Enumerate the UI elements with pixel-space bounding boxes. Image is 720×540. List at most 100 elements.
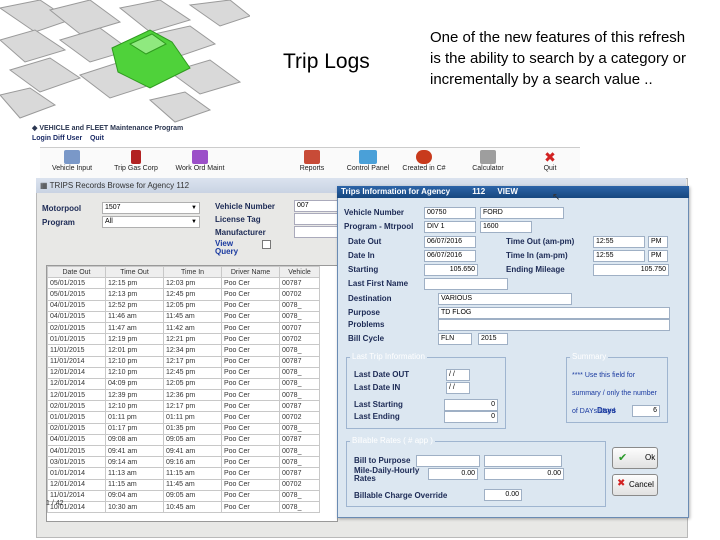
- last-ending-label: Last Ending: [354, 412, 400, 421]
- mile-daily-rate-field[interactable]: 0.00: [428, 468, 478, 480]
- billable-override-field[interactable]: 0.00: [484, 489, 522, 501]
- table-row[interactable]: 12/01/2014 12:10 pm 12:45 pm Poo Cer 0078_: [47, 366, 320, 379]
- dialog-program-field[interactable]: DIV 1: [424, 221, 476, 233]
- table-cell: 02/01/2015: [47, 321, 106, 335]
- motorpool-select[interactable]: 1507 ▼: [102, 202, 200, 214]
- table-cell: 11:15 am: [105, 478, 164, 491]
- dialog-vehicle-number-field[interactable]: 00750: [424, 207, 476, 219]
- time-out-ampm-field[interactable]: PM: [648, 236, 668, 248]
- table-cell: 0078_: [279, 444, 320, 458]
- column-header[interactable]: Time In: [163, 266, 222, 279]
- menu-quit[interactable]: Quit: [90, 135, 104, 142]
- table-row[interactable]: 02/01/2015 01:17 pm 01:35 pm Poo Cer 0078_: [47, 422, 320, 435]
- bill-cycle-field-b[interactable]: 2015: [478, 333, 508, 345]
- toolbar-calculator-button[interactable]: Calculator: [456, 148, 520, 172]
- date-in-field[interactable]: 06/07/2016: [424, 250, 476, 262]
- table-cell: 00707: [279, 321, 320, 335]
- time-in-label: Time In (am-pm): [506, 251, 568, 260]
- last-trip-group-title: Last Trip Information: [350, 352, 427, 361]
- table-cell: 0078_: [279, 366, 320, 379]
- vehicle-icon: [64, 150, 80, 164]
- column-header[interactable]: Driver Name: [221, 266, 280, 279]
- vehicle-number-label: Vehicle Number: [344, 208, 405, 217]
- table-row[interactable]: 02/01/2015 12:10 pm 12:17 pm Poo Cer 00787: [47, 400, 320, 413]
- table-cell: 09:16 am: [163, 456, 222, 469]
- bill-to-purpose-field[interactable]: [416, 455, 480, 467]
- table-row[interactable]: 04/01/2015 11:46 am 11:45 am Poo Cer 0078_: [47, 310, 320, 323]
- table-cell: 00787: [279, 355, 320, 368]
- last-date-in-field[interactable]: / /: [446, 382, 470, 394]
- table-cell: Poo Cer: [221, 433, 280, 447]
- problems-label: Problems: [348, 320, 385, 329]
- table-row[interactable]: 01/01/2015 12:19 pm 12:21 pm Poo Cer 00702: [47, 333, 320, 346]
- table-row[interactable]: 12/01/2014 04:09 pm 12:05 pm Poo Cer 0078_: [47, 377, 320, 391]
- checkmark-icon: ✔: [618, 452, 628, 464]
- bill-to-purpose-field-2[interactable]: [484, 455, 562, 467]
- table-row[interactable]: 11/01/2014 12:10 pm 12:17 pm Poo Cer 00787: [47, 355, 320, 368]
- table-row[interactable]: 03/01/2015 09:14 am 09:16 am Poo Cer 0078_: [47, 456, 320, 469]
- program-select[interactable]: All ▼: [102, 216, 200, 228]
- manufacturer-input[interactable]: [294, 226, 338, 238]
- browse-icon: ▦: [40, 181, 48, 190]
- table-row[interactable]: 02/01/2015 11:47 am 11:42 am Poo Cer 00707: [47, 321, 320, 335]
- column-header[interactable]: Vehicle: [279, 266, 320, 279]
- last-first-name-field[interactable]: [424, 278, 508, 290]
- ending-mileage-field[interactable]: 105.750: [593, 264, 669, 276]
- table-cell: 11:45 am: [163, 478, 222, 491]
- column-header[interactable]: Date Out: [47, 266, 106, 279]
- table-row[interactable]: 01/01/2015 01:11 pm 01:11 pm Poo Cer 00702: [47, 411, 320, 424]
- table-cell: 04/01/2015: [47, 299, 106, 312]
- table-cell: 12:45 pm: [163, 366, 222, 379]
- starting-mileage-field[interactable]: 105.650: [424, 264, 478, 276]
- table-row[interactable]: 04/01/2015 09:08 am 09:05 am Poo Cer 00787: [47, 433, 320, 447]
- table-row[interactable]: 05/01/2015 12:13 pm 12:45 pm Poo Cer 00702: [47, 288, 320, 301]
- bill-cycle-field-a[interactable]: FLN: [438, 333, 472, 345]
- view-query-checkbox[interactable]: [262, 240, 271, 249]
- vehicle-number-input[interactable]: 007: [294, 200, 338, 212]
- time-in-ampm-field[interactable]: PM: [648, 250, 668, 262]
- column-header[interactable]: Time Out: [105, 266, 164, 279]
- toolbar-trip-gas-button[interactable]: Trip Gas Corp: [104, 148, 168, 172]
- toolbar-reports-button[interactable]: Reports: [280, 148, 344, 172]
- table-row[interactable]: 05/01/2015 12:15 pm 12:03 pm Poo Cer 00787: [47, 277, 320, 290]
- purpose-field[interactable]: TD FLOG: [438, 307, 670, 319]
- grid-record-counter: 1 / 42: [46, 500, 64, 507]
- license-tag-input[interactable]: [294, 213, 338, 225]
- table-row[interactable]: 04/01/2015 09:41 am 09:41 am Poo Cer 0078_: [47, 444, 320, 458]
- dialog-titlebar: Trips Information for Agency 112 VIEW: [337, 186, 689, 198]
- time-out-field[interactable]: 12:55: [593, 236, 645, 248]
- table-cell: 12:17 pm: [163, 355, 222, 368]
- destination-field[interactable]: VARIOUS: [438, 293, 572, 305]
- menu-login-diff-user[interactable]: Login Diff User: [32, 135, 82, 142]
- toolbar-vehicle-input-button[interactable]: Vehicle Input: [40, 148, 104, 172]
- time-in-field[interactable]: 12:55: [593, 250, 645, 262]
- table-cell: 12/01/2014: [47, 366, 106, 379]
- table-row[interactable]: 12/01/2015 12:39 pm 12:36 pm Poo Cer 0078_: [47, 389, 320, 402]
- last-starting-field[interactable]: 0: [444, 399, 498, 411]
- days-field[interactable]: 6: [632, 405, 660, 417]
- table-row[interactable]: 01/01/2014 11:13 am 11:15 am Poo Cer 00787: [47, 467, 320, 480]
- table-cell: 00787: [279, 400, 320, 413]
- table-row[interactable]: 04/01/2015 12:52 pm 12:05 pm Poo Cer 0078_: [47, 299, 320, 312]
- last-ending-field[interactable]: 0: [444, 411, 498, 423]
- toolbar-control-panel-button[interactable]: Control Panel: [336, 148, 400, 172]
- last-date-out-field[interactable]: / /: [446, 369, 470, 381]
- toolbar-csharp-button[interactable]: Created in C#: [392, 148, 456, 172]
- table-cell: 12:19 pm: [105, 333, 164, 346]
- dialog-mtrpool-field[interactable]: 1600: [480, 221, 532, 233]
- table-cell: 12:45 pm: [163, 288, 222, 301]
- date-out-field[interactable]: 06/07/2016: [424, 236, 476, 248]
- ok-button[interactable]: ✔ Ok: [612, 447, 658, 469]
- table-row[interactable]: 11/01/2015 12:01 pm 12:34 pm Poo Cer 0078_: [47, 344, 320, 357]
- problems-field[interactable]: [438, 319, 670, 331]
- cancel-button[interactable]: ✖ Cancel: [612, 474, 658, 496]
- dialog-title: Trips Information for Agency: [341, 187, 451, 196]
- table-cell: 12:34 pm: [163, 344, 222, 357]
- table-row[interactable]: 12/01/2014 11:15 am 11:45 am Poo Cer 00702: [47, 478, 320, 491]
- table-cell: Poo Cer: [221, 377, 280, 391]
- dialog-vehicle-make-field[interactable]: FORD: [480, 207, 564, 219]
- toolbar-work-ord-button[interactable]: Work Ord Maint: [168, 148, 232, 172]
- toolbar-quit-button[interactable]: ✖ Quit: [518, 148, 582, 172]
- destination-label: Destination: [348, 294, 392, 303]
- mile-daily-rate-field-2[interactable]: 0.00: [484, 468, 564, 480]
